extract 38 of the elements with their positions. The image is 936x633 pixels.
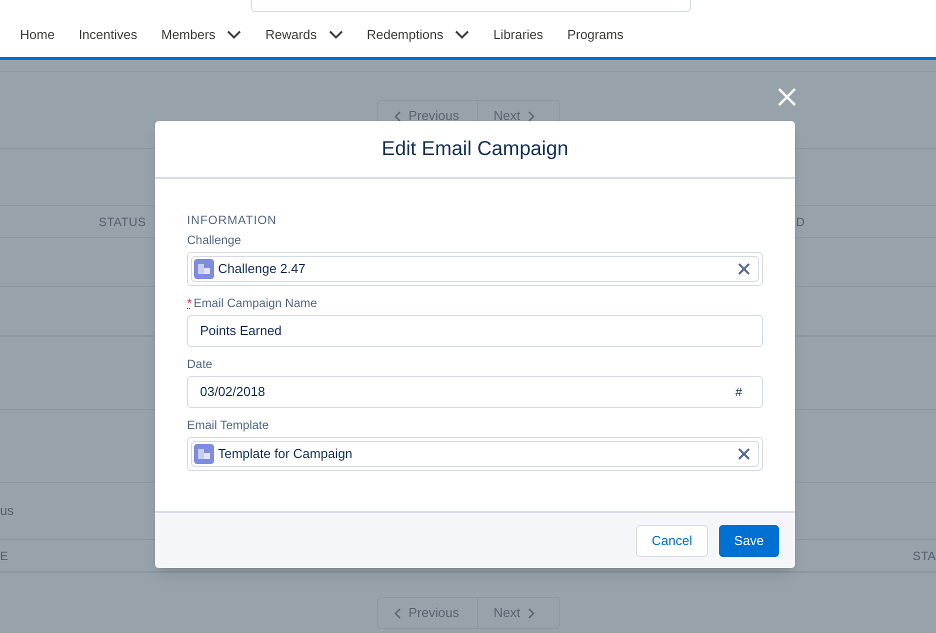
field-label: Date [187, 357, 212, 371]
record-icon [194, 259, 214, 279]
dialog-button[interactable]: Cancel [636, 524, 708, 556]
column-header: STATUS [98, 214, 147, 230]
clear-icon[interactable] [738, 263, 750, 275]
modal-title: Edit Email Campaign [382, 137, 568, 162]
row-text: us [0, 502, 14, 520]
nav-item[interactable]: Libraries [493, 24, 544, 44]
section-heading: INFORMATION [187, 212, 278, 229]
chevron-left-icon [394, 608, 400, 618]
field-label: Email Campaign Name [194, 296, 318, 310]
clear-icon[interactable] [738, 448, 750, 460]
field-label: Challenge [187, 233, 242, 247]
lookup-value: Challenge 2.47 [218, 260, 306, 278]
lookup-field[interactable]: Template for Campaign [187, 437, 763, 471]
input-field[interactable]: Points Earned [187, 315, 763, 347]
nav-item[interactable]: Programs [567, 24, 624, 44]
dialog-button[interactable]: Save [719, 524, 779, 556]
nav-item[interactable]: Rewards [265, 24, 343, 44]
nav-item[interactable]: Redemptions [366, 24, 470, 44]
nav-item[interactable]: Incentives [78, 24, 138, 44]
column-header: STA [912, 548, 936, 564]
lookup-field[interactable]: Challenge 2.47 [187, 252, 763, 286]
column-header: D [796, 214, 805, 230]
required-mark: * [187, 296, 192, 310]
field-label: Email Template [187, 418, 269, 432]
search-field[interactable] [251, 0, 691, 12]
record-icon [194, 444, 214, 464]
chevron-right-icon [528, 608, 536, 618]
close-icon[interactable] [778, 88, 796, 106]
date-field[interactable]: 03/02/2018 # [187, 376, 763, 408]
lookup-value: Template for Campaign [218, 445, 354, 464]
nav-item[interactable]: Members [161, 24, 242, 44]
column-header: E [0, 548, 8, 564]
chevron-right-icon [528, 110, 536, 122]
nav-item[interactable]: Home [20, 24, 55, 44]
chevron-left-icon [394, 110, 400, 122]
date-trailing-text: # [735, 384, 742, 401]
